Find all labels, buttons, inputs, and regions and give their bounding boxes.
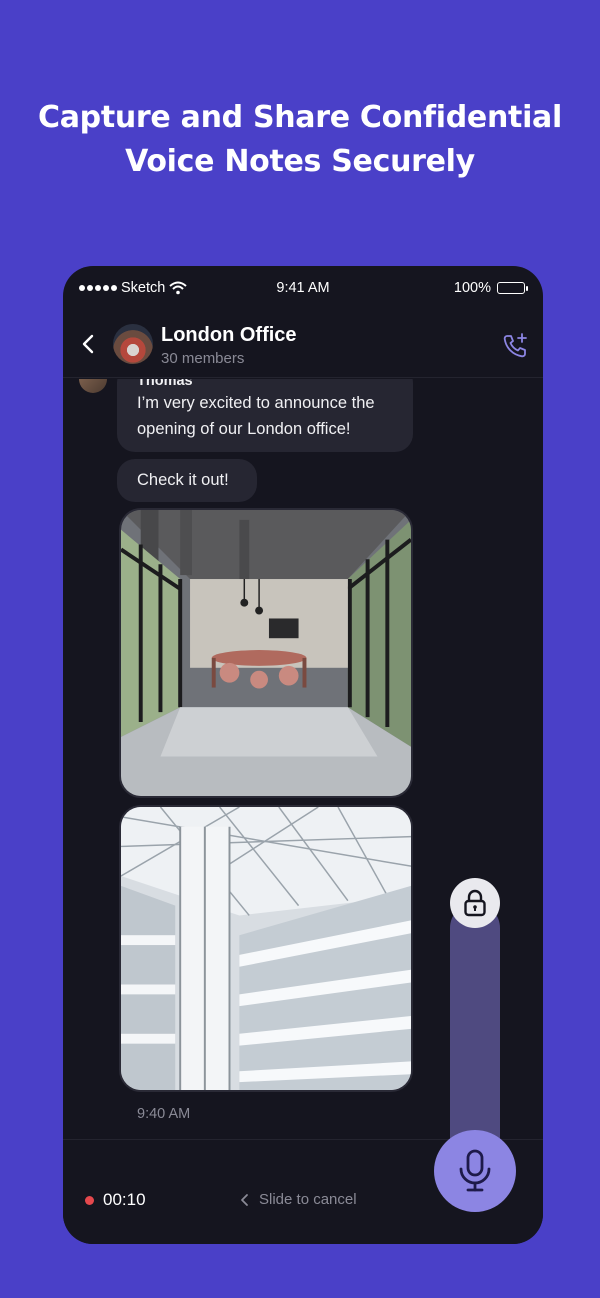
- chevron-left-icon: [241, 1193, 248, 1206]
- group-member-count: 30 members: [161, 350, 245, 367]
- status-bar: Sketch 9:41 AM 100%: [63, 266, 543, 310]
- lock-slide-track[interactable]: [450, 903, 500, 1153]
- headline-line-2: Voice Notes Securely: [125, 144, 475, 179]
- office-interior-image: [121, 510, 411, 796]
- slide-to-cancel[interactable]: Slide to cancel: [239, 1191, 357, 1208]
- headline-line-1: Capture and Share Confidential: [38, 100, 562, 135]
- group-avatar[interactable]: [113, 324, 153, 364]
- phone-screen: Sketch 9:41 AM 100% London Office 30 mem…: [63, 266, 543, 1244]
- slide-to-cancel-label: Slide to cancel: [259, 1191, 357, 1208]
- sender-name: Thomas: [137, 379, 193, 389]
- message-timestamp: 9:40 AM: [137, 1106, 191, 1122]
- atrium-image: [121, 807, 411, 1090]
- recording-timer: 00:10: [103, 1190, 146, 1209]
- chat-header: London Office 30 members: [63, 310, 543, 378]
- chevron-left-icon[interactable]: [77, 332, 101, 356]
- sender-avatar[interactable]: [79, 379, 107, 393]
- microphone-icon: [459, 1149, 491, 1192]
- message-bubble[interactable]: Thomas I’m very excited to announce the …: [117, 379, 413, 452]
- lock-recording-button[interactable]: [450, 878, 500, 928]
- office-interior-photo[interactable]: [119, 508, 413, 798]
- recording-dot-icon: [85, 1196, 94, 1205]
- message-text: Check it out!: [137, 471, 229, 489]
- promo-headline: Capture and Share Confidential Voice Not…: [0, 96, 600, 184]
- group-title[interactable]: London Office: [161, 324, 297, 347]
- atrium-photo[interactable]: [119, 805, 413, 1092]
- phone-add-icon[interactable]: [501, 332, 529, 360]
- status-battery-group: 100%: [453, 280, 528, 296]
- battery-icon: [497, 282, 528, 294]
- record-voice-button[interactable]: [434, 1130, 516, 1212]
- lock-icon: [464, 889, 486, 917]
- battery-percent: 100%: [453, 280, 491, 296]
- message-text: I’m very excited to announce the opening…: [137, 394, 375, 438]
- message-bubble[interactable]: Check it out!: [117, 459, 257, 502]
